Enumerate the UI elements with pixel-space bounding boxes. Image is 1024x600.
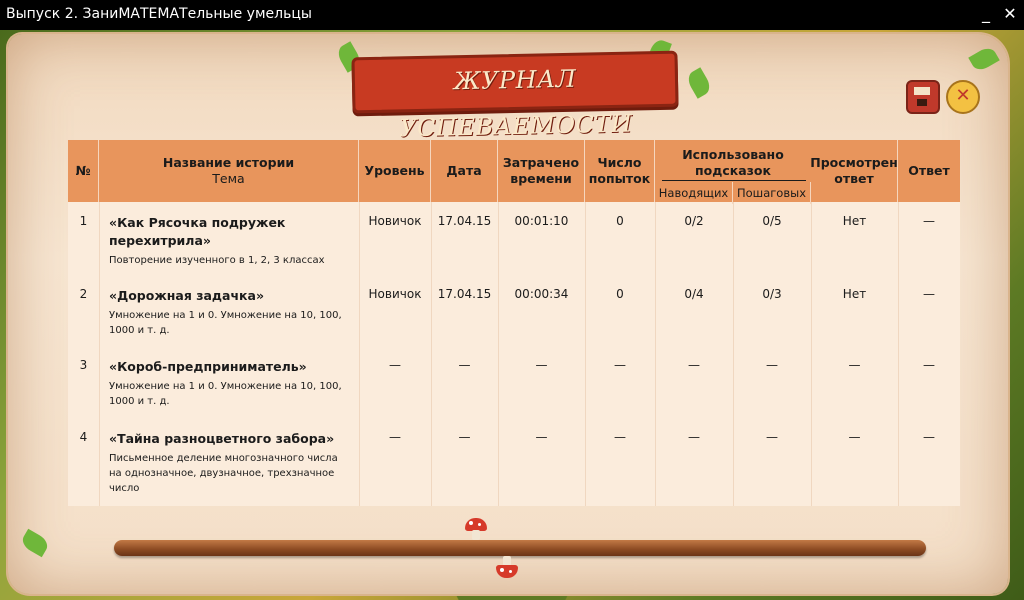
row-attempts: — <box>614 358 626 372</box>
window-close-button[interactable]: ✕ <box>1000 4 1020 24</box>
row-hints-step: — <box>766 358 778 372</box>
col-time-header: Затрачено времени <box>498 140 585 202</box>
col-num-header: № <box>68 140 99 202</box>
window-title: Выпуск 2. ЗаниМАТЕМАТельные умельцы <box>6 6 312 22</box>
progress-table: № Название истории Тема Уровень Дата Зат… <box>68 140 960 506</box>
row-time: — <box>535 358 548 372</box>
column-divider <box>99 202 100 506</box>
column-divider <box>811 202 812 506</box>
page-title: ЖУРНАЛ УСПЕВАЕМОСТИ <box>399 64 633 143</box>
row-answer: — <box>923 287 935 301</box>
row-answer: — <box>923 430 935 444</box>
col-date-header: Дата <box>431 140 498 202</box>
row-answer: — <box>923 358 935 372</box>
row-hints-step: 0/3 <box>762 287 782 301</box>
row-viewed: Нет <box>842 214 867 228</box>
row-date: — <box>458 358 471 372</box>
col-level-header: Уровень <box>359 140 431 202</box>
row-num: 2 <box>79 287 88 301</box>
row-attempts: — <box>614 430 626 444</box>
col-story-header: Название истории Тема <box>99 140 359 202</box>
story-topic: Письменное деление многозначного числа н… <box>109 453 338 494</box>
journal-banner: ЖУРНАЛ УСПЕВАЕМОСТИ <box>351 50 679 142</box>
row-story: «Тайна разноцветного забора» Письменное … <box>109 430 349 496</box>
save-icon[interactable] <box>906 80 940 114</box>
scrollbar-track[interactable] <box>114 540 926 556</box>
column-divider <box>655 202 656 506</box>
row-time: 00:00:34 <box>514 287 569 301</box>
column-divider <box>733 202 734 506</box>
row-hints-leading: 0/4 <box>684 287 704 301</box>
story-topic: Умножение на 1 и 0. Умножение на 10, 100… <box>109 381 342 407</box>
row-time: — <box>535 430 548 444</box>
story-name: «Тайна разноцветного забора» <box>109 431 335 446</box>
col-hints-leading-header: Наводящих <box>655 182 733 204</box>
col-hints-header: Использовано подсказок <box>682 147 784 178</box>
column-divider <box>498 202 499 506</box>
row-answer: — <box>923 214 935 228</box>
story-name: «Как Рясочка подружек перехитрила» <box>109 215 286 248</box>
story-name: «Дорожная задачка» <box>109 288 265 303</box>
col-viewed-header: Просмотрен ответ <box>810 140 898 202</box>
row-hints-step: — <box>766 430 778 444</box>
window-titlebar: Выпуск 2. ЗаниМАТЕМАТельные умельцы _ ✕ <box>0 0 1024 30</box>
row-attempts: 0 <box>616 287 624 301</box>
row-viewed: — <box>848 430 861 444</box>
row-hints-leading: — <box>688 358 700 372</box>
row-date: 17.04.15 <box>437 287 492 301</box>
row-viewed: Нет <box>842 287 867 301</box>
column-divider <box>585 202 586 506</box>
minimize-button[interactable]: _ <box>976 4 996 24</box>
row-num: 3 <box>79 358 88 372</box>
column-divider <box>359 202 360 506</box>
row-viewed: — <box>848 358 861 372</box>
story-name: «Короб-предприниматель» <box>109 359 307 374</box>
row-num: 4 <box>79 430 88 444</box>
row-hints-step: 0/5 <box>762 214 782 228</box>
scroll-up-mushroom-icon[interactable] <box>465 518 487 540</box>
story-topic: Повторение изученного в 1, 2, 3 классах <box>109 255 325 266</box>
row-story: «Короб-предприниматель» Умножение на 1 и… <box>109 358 349 409</box>
row-level: Новичок <box>368 214 422 228</box>
table-header: № Название истории Тема Уровень Дата Зат… <box>68 140 960 204</box>
close-journal-button[interactable]: ✕ <box>946 80 980 114</box>
row-time: 00:01:10 <box>514 214 569 228</box>
row-story: «Как Рясочка подружек перехитрила» Повто… <box>109 214 349 268</box>
col-answer-header: Ответ <box>908 163 950 178</box>
row-level: — <box>389 430 401 444</box>
story-topic: Умножение на 1 и 0. Умножение на 10, 100… <box>109 310 342 336</box>
col-attempts-header: Число попыток <box>585 140 655 202</box>
row-date: — <box>458 430 471 444</box>
row-hints-leading: 0/2 <box>684 214 704 228</box>
col-hints-step-header: Пошаговых <box>733 182 811 204</box>
row-hints-leading: — <box>688 430 700 444</box>
row-level: — <box>389 358 401 372</box>
column-divider <box>898 202 899 506</box>
row-level: Новичок <box>368 287 422 301</box>
row-num: 1 <box>79 214 88 228</box>
row-date: 17.04.15 <box>437 214 492 228</box>
column-divider <box>431 202 432 506</box>
col-story-title: Название истории <box>162 155 295 170</box>
hints-divider <box>662 180 806 181</box>
scroll-down-mushroom-icon[interactable] <box>496 556 518 578</box>
row-attempts: 0 <box>616 214 624 228</box>
col-topic-title: Тема <box>212 171 245 186</box>
row-story: «Дорожная задачка» Умножение на 1 и 0. У… <box>109 287 349 338</box>
